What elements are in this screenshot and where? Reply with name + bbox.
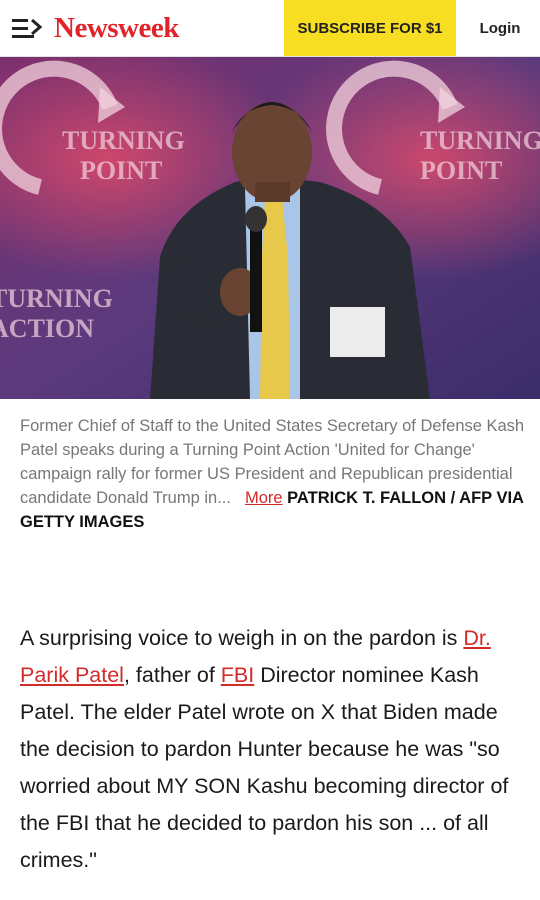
article-paragraph: A surprising voice to weigh in on the pa… xyxy=(20,620,525,879)
sign-text-right-2: POINT xyxy=(420,156,502,185)
subscribe-button[interactable]: SUBSCRIBE FOR $1 xyxy=(284,0,456,56)
sign-text-left-2: POINT xyxy=(80,156,162,185)
caption-more-link[interactable]: More xyxy=(245,489,283,507)
sign-text-left-3: TURNING xyxy=(0,284,113,313)
sign-text-right-1: TURNING xyxy=(420,126,540,155)
sign-text-left-1: TURNING xyxy=(62,126,185,155)
login-link[interactable]: Login xyxy=(470,0,530,56)
sign-text-left-4: ACTION xyxy=(0,314,94,343)
site-header: Newsweek SUBSCRIBE FOR $1 Login xyxy=(0,0,540,57)
article-text-part2: , father of xyxy=(123,663,221,687)
fbi-link[interactable]: FBI xyxy=(221,663,254,687)
article-text-part1: A surprising voice to weigh in on the pa… xyxy=(20,626,464,650)
menu-icon[interactable] xyxy=(12,16,46,40)
article-text-part3: Director nominee Kash Patel. The elder P… xyxy=(20,663,509,872)
photo-caption: Former Chief of Staff to the United Stat… xyxy=(20,414,525,534)
brand-logo[interactable]: Newsweek xyxy=(54,12,179,45)
article-photo: TURNING POINT TURNING POINT TURNING ACTI… xyxy=(0,57,540,399)
